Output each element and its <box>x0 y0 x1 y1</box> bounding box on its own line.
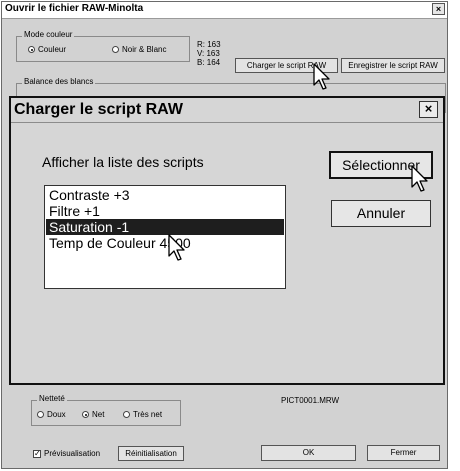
sharpness-label: Netteté <box>37 394 67 403</box>
sharpness-option-net[interactable]: Net <box>82 410 104 419</box>
color-mode-label: Mode couleur <box>22 30 75 39</box>
filename-label: PICT0001.MRW <box>281 396 340 405</box>
checkbox-checked-icon: ✓ <box>33 448 41 458</box>
sharpness-option-doux[interactable]: Doux <box>37 410 66 419</box>
rgb-readout-v: V: 163 <box>197 49 220 58</box>
preview-label: Prévisualisation <box>44 449 101 458</box>
arrow-cursor <box>168 234 185 261</box>
reset-button[interactable]: Réinitialisation <box>118 446 184 461</box>
color-mode-option-couleur[interactable]: Couleur <box>28 45 66 54</box>
option-label: Net <box>92 410 105 419</box>
list-item[interactable]: Contraste +3 <box>46 187 284 203</box>
arrow-cursor <box>411 165 428 192</box>
option-label: Doux <box>47 410 66 419</box>
list-item[interactable]: Filtre +1 <box>46 203 284 219</box>
list-item-selected[interactable]: Saturation -1 <box>46 219 284 235</box>
ok-button[interactable]: OK <box>261 445 356 461</box>
rgb-readout-r: R: 163 <box>197 40 221 49</box>
option-label: Couleur <box>38 45 67 54</box>
window-close-button[interactable]: × <box>432 3 445 15</box>
radio-selected-icon <box>82 411 89 418</box>
dialog-titlebar: Charger le script RAW × <box>11 98 443 123</box>
radio-empty-icon <box>37 411 44 418</box>
dialog-title: Charger le script RAW <box>14 101 183 118</box>
script-list-label: Afficher la liste des scripts <box>42 154 204 170</box>
option-label: Très net <box>133 410 163 419</box>
white-balance-label: Balance des blancs <box>22 77 96 86</box>
save-script-button[interactable]: Enregistrer le script RAW <box>341 58 445 73</box>
radio-empty-icon <box>123 411 130 418</box>
preview-checkbox[interactable]: ✓ Prévisualisation <box>33 449 100 458</box>
sharpness-option-tres-net[interactable]: Très net <box>123 410 162 419</box>
rgb-readout-b: B: 164 <box>197 58 221 67</box>
script-list[interactable]: Contraste +3 Filtre +1 Saturation -1 Tem… <box>44 185 286 289</box>
cancel-button[interactable]: Annuler <box>331 200 431 227</box>
arrow-cursor <box>313 63 330 90</box>
close-button[interactable]: Fermer <box>367 445 440 461</box>
window-title: Ouvrir le fichier RAW-Minolta <box>5 3 144 14</box>
color-mode-option-noir-blanc[interactable]: Noir & Blanc <box>112 45 166 54</box>
load-script-dialog: Charger le script RAW × Afficher la list… <box>9 96 445 385</box>
window-titlebar: Ouvrir le fichier RAW-Minolta × <box>2 2 447 19</box>
radio-empty-icon <box>112 46 119 53</box>
option-label: Noir & Blanc <box>122 45 167 54</box>
list-item[interactable]: Temp de Couleur 4500 <box>46 235 284 251</box>
dialog-close-button[interactable]: × <box>419 101 438 118</box>
radio-selected-icon <box>28 46 35 53</box>
